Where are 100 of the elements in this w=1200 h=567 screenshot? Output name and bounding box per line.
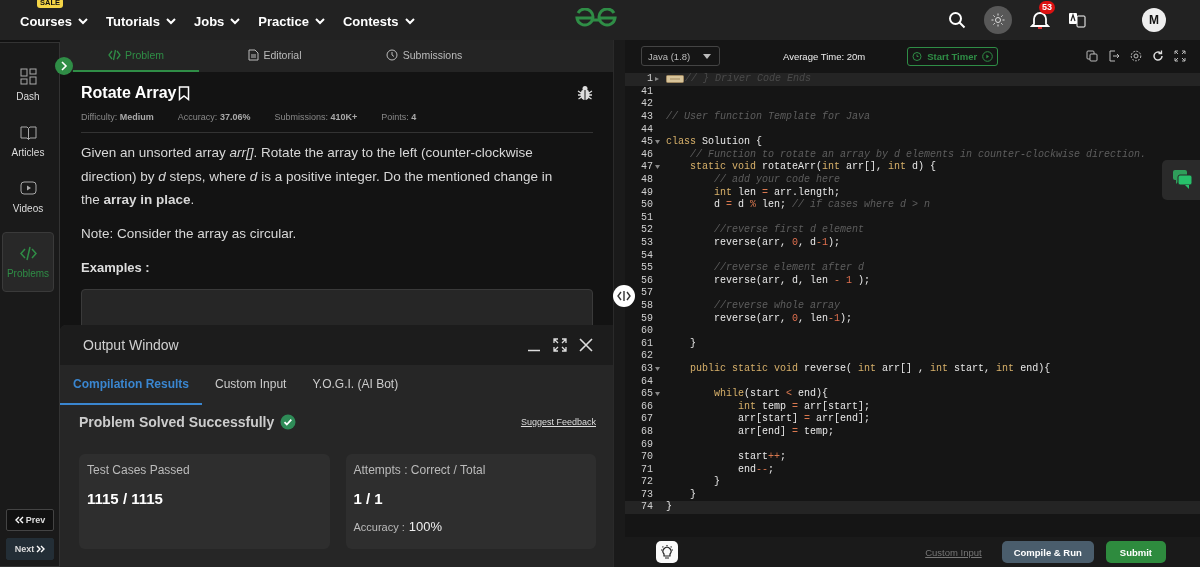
feedback-link[interactable]: Suggest Feedback [520, 417, 596, 427]
output-tab[interactable]: Y.O.G.I. (AI Bot) [299, 365, 412, 405]
fullscreen-icon[interactable] [1174, 50, 1186, 62]
search-icon[interactable] [948, 11, 966, 29]
line-number: 53 [640, 237, 653, 249]
bug-icon[interactable] [577, 85, 593, 101]
language-dropdown[interactable]: Java (1.8) [641, 46, 720, 66]
description-text: Given an unsorted array arr[]. Rotate the array to the left (counter-clockwise direction) by d steps, where d is a positive integer. Do the mentioned change in the array in place. [81, 144, 554, 209]
line-number: 46 [640, 148, 653, 161]
window-title: Output Window [83, 337, 179, 353]
caret-icon [703, 53, 711, 59]
copy-icon[interactable] [1086, 50, 1098, 62]
code-line: d = d % len; // if cases where d > n [713, 199, 931, 212]
examples-heading: Examples : [81, 260, 151, 275]
clock-icon [385, 49, 399, 61]
nav-menu[interactable]: Contests [342, 11, 416, 29]
theme-toggle[interactable] [984, 6, 1012, 34]
sidebar-item[interactable]: Problems [2, 232, 54, 292]
detail-label: Accuracy : [353, 521, 405, 533]
code-icon [107, 49, 121, 61]
nav-menu[interactable]: Practice [258, 11, 326, 29]
chevron-down-icon [403, 16, 416, 26]
code-icon [19, 245, 37, 262]
code-line: } [689, 337, 696, 350]
line-number: 54 [640, 249, 653, 262]
hint-button[interactable] [656, 541, 678, 563]
sidebar-item[interactable]: Dash [2, 68, 54, 102]
line-number: 59 [640, 312, 653, 325]
code-line: //reverse first d element [713, 224, 865, 237]
fold-caret-icon[interactable] [655, 366, 660, 371]
line-number: 49 [640, 186, 653, 199]
user-avatar[interactable]: M [1142, 8, 1166, 32]
code-line: reverse(arr, 0, d-1); [713, 237, 841, 249]
prev-button[interactable]: Prev [6, 509, 54, 531]
folded-code-marker-icon[interactable] [666, 75, 684, 84]
problem-stat: Accuracy: 37.06% [177, 112, 251, 122]
line-number: 60 [640, 325, 653, 338]
chat-icon[interactable] [1162, 160, 1200, 200]
line-number: 61 [640, 337, 653, 350]
detail-value: 100% [408, 519, 443, 534]
code-line: // add your code here [713, 174, 841, 187]
chevron-down-icon [164, 16, 177, 26]
line-number: 64 [640, 375, 653, 388]
line-number: 57 [640, 287, 653, 300]
line-number: 50 [640, 199, 653, 212]
compile-run-button[interactable]: Compile & Run [1001, 541, 1094, 563]
problem-stat: Difficulty: Medium [81, 112, 154, 122]
problem-stat: Points: 4 [381, 112, 417, 122]
card-heading: Attempts : Correct / Total [353, 463, 487, 477]
line-number: 1 [646, 73, 653, 86]
custom-input-link[interactable]: Custom Input [925, 546, 982, 558]
notification-badge: 53 [1039, 1, 1055, 14]
sidebar-item[interactable]: Articles [2, 124, 54, 158]
line-number: 43 [640, 111, 653, 124]
refresh-icon[interactable] [1152, 50, 1164, 62]
translate-icon[interactable] [1068, 12, 1086, 28]
line-number: 47 [640, 161, 653, 174]
code-line: } [666, 501, 672, 514]
code-line: start++; [737, 451, 787, 464]
nav-menu[interactable]: Jobs [193, 11, 242, 29]
file-export-icon[interactable] [1108, 50, 1120, 62]
problem-tab[interactable]: Editorial [199, 40, 349, 72]
expand-icon[interactable] [553, 338, 567, 352]
code-line: int temp = arr[start]; [737, 400, 871, 413]
output-tab[interactable]: Compilation Results [60, 365, 202, 405]
play-circle-icon [982, 50, 994, 62]
code-line: class Solution { [666, 136, 763, 149]
double-chevron-left-icon [14, 516, 24, 524]
line-number: 65 [640, 388, 653, 401]
submit-button[interactable]: Submit [1105, 541, 1166, 563]
line-number: 45 [640, 136, 653, 149]
line-number: 74 [640, 501, 653, 514]
fold-caret-icon[interactable] [655, 140, 660, 145]
output-tab[interactable]: Custom Input [202, 365, 300, 405]
line-number: 62 [640, 350, 653, 363]
code-line: end--; [737, 463, 775, 476]
line-number: 48 [640, 174, 653, 187]
double-chevron-right-icon [36, 545, 46, 553]
code-line: arr[end] = temp; [737, 425, 835, 438]
sidebar-item[interactable]: Videos [2, 180, 54, 214]
problem-tab[interactable]: Submissions [349, 40, 499, 72]
close-icon[interactable] [579, 338, 593, 352]
alarm-icon [912, 51, 923, 61]
line-number: 41 [640, 85, 653, 98]
line-number: 67 [640, 413, 653, 426]
fold-caret-icon[interactable] [655, 77, 660, 82]
line-number: 42 [640, 98, 653, 111]
code-line: // User function Template for Java [666, 111, 871, 124]
bookmark-icon[interactable] [178, 85, 191, 101]
start-timer-button[interactable]: Start Timer [907, 46, 999, 66]
fold-caret-icon[interactable] [655, 165, 660, 170]
nav-menu[interactable]: Tutorials [106, 11, 177, 29]
bell-icon[interactable] [1030, 9, 1050, 31]
next-button[interactable]: Next [6, 538, 54, 560]
line-number: 56 [640, 274, 653, 287]
card-heading: Test Cases Passed [87, 463, 191, 477]
problem-tab[interactable]: Problem [73, 40, 199, 72]
settings-icon[interactable] [1130, 50, 1142, 62]
fold-caret-icon[interactable] [655, 392, 660, 397]
code-line: static void rotateArr(int arr[], int d) { [689, 161, 937, 174]
